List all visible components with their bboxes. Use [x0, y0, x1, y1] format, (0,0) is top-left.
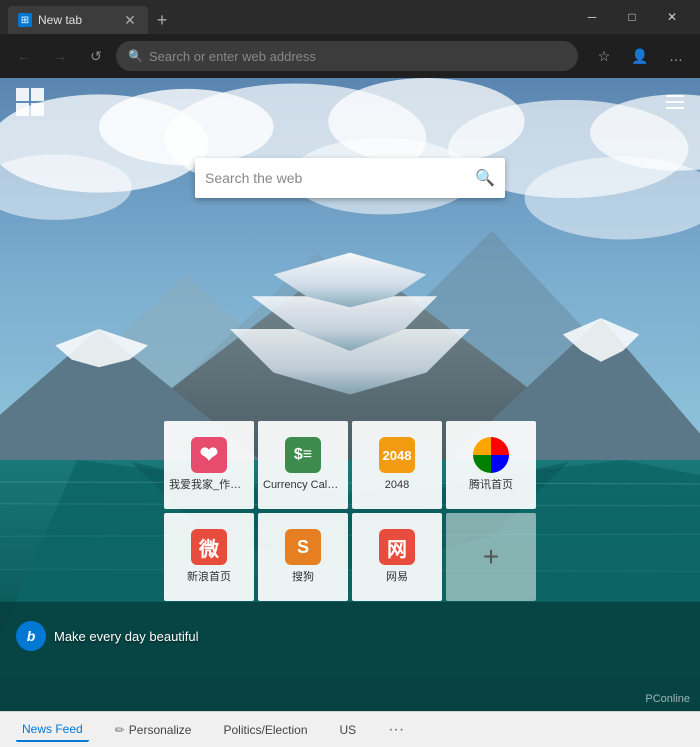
nav-politics[interactable]: Politics/Election: [217, 719, 313, 741]
personalize-label: Personalize: [129, 723, 192, 737]
browser-content: 🔍 ❤ 我爱我家_作者... $≡ Currency Calcu... 2048…: [0, 78, 700, 711]
tab-area: New tab ✕ +: [8, 0, 568, 34]
windows-logo[interactable]: [16, 88, 44, 116]
more-icon: ···: [388, 721, 404, 739]
address-actions: ☆ 👤 …: [588, 40, 692, 72]
bing-branding: b Make every day beautiful: [16, 621, 199, 651]
add-icon: +: [483, 541, 499, 573]
tab-favicon: [18, 13, 32, 27]
search-icon[interactable]: 🔍: [475, 168, 495, 188]
tile-3-icon: 2048: [379, 437, 415, 473]
active-tab[interactable]: New tab ✕: [8, 6, 148, 34]
tile-2-icon: $≡: [285, 437, 321, 473]
refresh-button[interactable]: ↺: [80, 40, 112, 72]
tile-7-icon: 网: [379, 529, 415, 565]
window-controls: ─ □ ✕: [572, 0, 692, 34]
tab-title: New tab: [38, 13, 116, 27]
tile-1-icon: ❤: [191, 437, 227, 473]
hamburger-line-2: [666, 101, 684, 103]
search-box: 🔍: [195, 158, 505, 198]
hamburger-line-3: [666, 107, 684, 109]
tile-6-icon: S: [285, 529, 321, 565]
tile-3-label: 2048: [385, 479, 409, 492]
tile-4-label: 腾讯首页: [469, 479, 513, 492]
tile-7[interactable]: 网 网易: [352, 513, 442, 601]
address-input[interactable]: [149, 49, 566, 64]
windows-logo-q3: [16, 103, 29, 116]
nav-more[interactable]: ···: [382, 717, 410, 743]
tile-1-label: 我爱我家_作者...: [169, 479, 249, 492]
address-input-container: 🔍: [116, 41, 578, 71]
search-container: 🔍: [195, 158, 505, 198]
tile-7-label: 网易: [386, 571, 408, 584]
tile-add[interactable]: +: [446, 513, 536, 601]
forward-button[interactable]: →: [44, 40, 76, 72]
tile-2-label: Currency Calcu...: [263, 479, 343, 492]
tile-4[interactable]: ⬤ 腾讯首页: [446, 421, 536, 509]
new-tab-button[interactable]: +: [148, 6, 176, 34]
tile-5-label: 新浪首页: [187, 571, 231, 584]
windows-logo-q1: [16, 88, 29, 101]
address-search-icon: 🔍: [128, 49, 143, 63]
tile-5-icon: 微: [191, 529, 227, 565]
bing-tagline: Make every day beautiful: [54, 629, 199, 644]
watermark-text: PConline: [645, 693, 690, 705]
tile-6[interactable]: S 搜狗: [258, 513, 348, 601]
more-button[interactable]: …: [660, 40, 692, 72]
bing-logo: b: [16, 621, 46, 651]
hamburger-line-1: [666, 95, 684, 97]
windows-logo-q2: [31, 88, 44, 101]
us-label: US: [340, 723, 357, 737]
profile-button[interactable]: 👤: [624, 40, 656, 72]
minimize-button[interactable]: ─: [572, 0, 612, 34]
politics-label: Politics/Election: [223, 723, 307, 737]
maximize-button[interactable]: □: [612, 0, 652, 34]
news-feed-label: News Feed: [22, 722, 83, 736]
personalize-icon: ✏: [115, 723, 125, 737]
tiles-container: ❤ 我爱我家_作者... $≡ Currency Calcu... 2048 2…: [164, 421, 536, 601]
title-bar: New tab ✕ + ─ □ ✕: [0, 0, 700, 34]
hamburger-menu-button[interactable]: [666, 95, 684, 109]
tile-3[interactable]: 2048 2048: [352, 421, 442, 509]
tile-2[interactable]: $≡ Currency Calcu...: [258, 421, 348, 509]
tile-1[interactable]: ❤ 我爱我家_作者...: [164, 421, 254, 509]
nav-us[interactable]: US: [334, 719, 363, 741]
bottom-bar: News Feed ✏ Personalize Politics/Electio…: [0, 711, 700, 747]
nav-personalize[interactable]: ✏ Personalize: [109, 719, 198, 741]
back-button[interactable]: ←: [8, 40, 40, 72]
windows-logo-q4: [31, 103, 44, 116]
tile-4-icon: ⬤: [473, 437, 509, 473]
watermark: PConline: [645, 689, 690, 707]
tile-6-label: 搜狗: [292, 571, 314, 584]
close-button[interactable]: ✕: [652, 0, 692, 34]
search-input[interactable]: [205, 170, 475, 186]
content-toolbar: [0, 88, 700, 116]
favorites-button[interactable]: ☆: [588, 40, 620, 72]
nav-news-feed[interactable]: News Feed: [16, 718, 89, 742]
address-bar: ← → ↺ 🔍 ☆ 👤 …: [0, 34, 700, 78]
tile-5[interactable]: 微 新浪首页: [164, 513, 254, 601]
tab-close-button[interactable]: ✕: [122, 12, 138, 28]
